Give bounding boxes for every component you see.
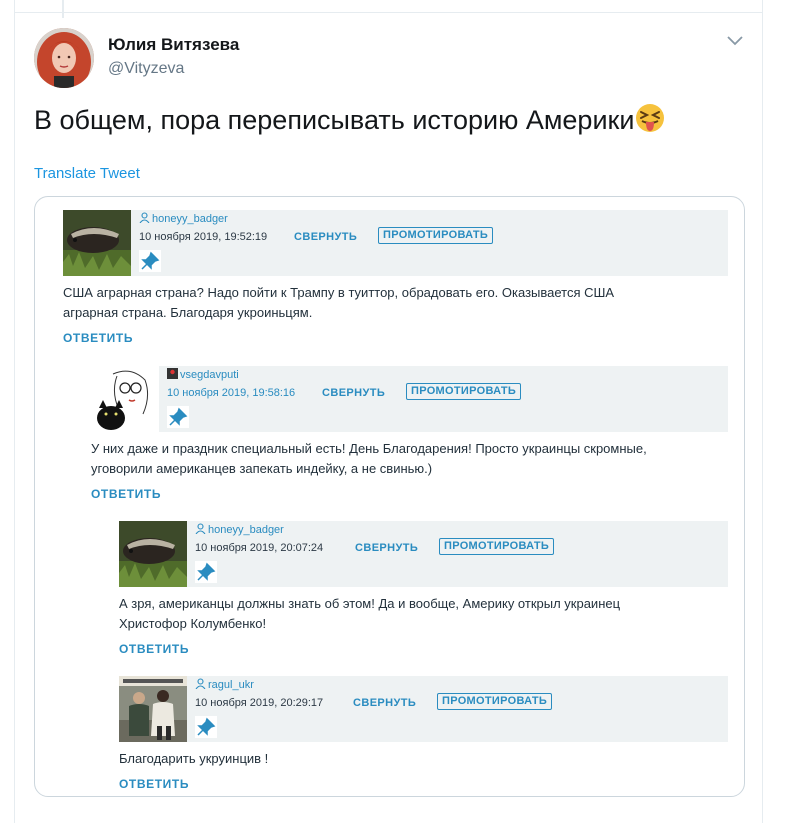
reply-button[interactable]: ОТВЕТИТЬ: [119, 777, 189, 791]
thread-connector-line: [62, 0, 64, 18]
timeline-right-border: [762, 0, 763, 823]
chevron-down-icon[interactable]: [726, 34, 744, 48]
tweet-text-body: В общем, пора переписывать историю Амери…: [34, 105, 635, 135]
collapse-button[interactable]: СВЕРНУТЬ: [353, 697, 416, 709]
street-photo-avatar: [119, 676, 187, 742]
comment-date: 10 ноября 2019, 20:29:17: [195, 697, 324, 709]
author-avatar[interactable]: [34, 28, 94, 88]
tweet-text: В общем, пора переписывать историю Амери…: [34, 103, 665, 137]
comment-header: ragul_ukr 10 ноября 2019, 20:29:17 СВЕРН…: [119, 676, 728, 742]
author-handle[interactable]: @Vityzeva: [108, 60, 184, 78]
embedded-comments-image: honeyy_badger 10 ноября 2019, 19:52:19 С…: [34, 196, 745, 797]
comment-4: ragul_ukr 10 ноября 2019, 20:29:17 СВЕРН…: [35, 197, 744, 796]
tweet-top-divider: [14, 12, 762, 13]
author-display-name[interactable]: Юлия Витязева: [108, 35, 239, 55]
timeline-left-border: [14, 0, 15, 823]
translate-tweet-link[interactable]: Translate Tweet: [34, 165, 140, 182]
comment-username[interactable]: ragul_ukr: [195, 678, 254, 691]
comment-text: Благодарить укруинцив !: [119, 751, 269, 766]
user-icon: [195, 678, 206, 690]
promote-button[interactable]: ПРОМОТИРОВАТЬ: [437, 693, 553, 710]
pin-icon[interactable]: [195, 716, 217, 738]
squinting-face-with-tongue-icon: [635, 103, 665, 133]
